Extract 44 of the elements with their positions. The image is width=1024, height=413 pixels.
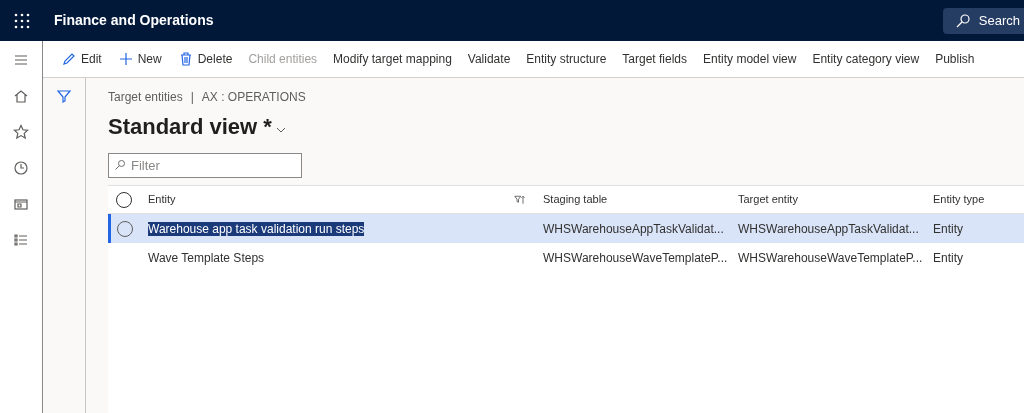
company-label: AX : OPERATIONS bbox=[201, 89, 306, 106]
toolbar-button[interactable]: New bbox=[109, 41, 170, 77]
toolbar-button[interactable]: Entity structure bbox=[518, 41, 615, 77]
plus-icon bbox=[117, 51, 134, 67]
list-icon bbox=[13, 232, 29, 248]
toolbar-button[interactable]: Delete bbox=[169, 41, 241, 77]
column-header[interactable]: Entity type bbox=[933, 191, 985, 208]
toolbar-button[interactable]: Entity category view bbox=[804, 41, 928, 77]
column-header[interactable]: Entity bbox=[148, 191, 176, 208]
search-button[interactable]: Search bbox=[942, 7, 1024, 34]
table-cell: WHSWarehouseAppTaskValidat... bbox=[543, 221, 724, 236]
table-cell: Wave Template Steps bbox=[148, 250, 265, 265]
select-all-radio[interactable] bbox=[115, 191, 132, 208]
column-header[interactable]: Target entity bbox=[738, 191, 798, 208]
app-title: Finance and Operations bbox=[54, 11, 214, 30]
breadcrumb-separator: | bbox=[190, 89, 194, 106]
table-cell: Warehouse app task validation run steps bbox=[148, 221, 365, 236]
column-header[interactable]: Staging table bbox=[543, 191, 608, 208]
pencil-icon bbox=[61, 51, 77, 67]
clock-icon bbox=[13, 160, 29, 176]
toolbar-button[interactable]: Modify target mapping bbox=[325, 41, 460, 77]
toolbar-button[interactable]: Validate bbox=[459, 41, 519, 77]
toolbar-button[interactable]: Entity model view bbox=[695, 41, 805, 77]
search-icon bbox=[954, 12, 971, 29]
toolbar-button[interactable]: Target fields bbox=[614, 41, 696, 77]
search-icon bbox=[114, 159, 126, 171]
table-cell: Entity bbox=[933, 221, 963, 236]
filter-field[interactable]: Filter bbox=[108, 153, 302, 178]
filter-icon bbox=[56, 88, 72, 104]
star-icon bbox=[13, 124, 29, 140]
workspace-icon bbox=[13, 196, 29, 212]
home-icon bbox=[13, 88, 29, 104]
view-title[interactable]: Standard view * bbox=[108, 110, 272, 143]
table-cell: WHSWarehouseWaveTemplateP... bbox=[738, 250, 923, 265]
toolbar-button[interactable]: Publish bbox=[927, 41, 983, 77]
chevron-down-icon[interactable] bbox=[275, 126, 286, 133]
table-cell: Entity bbox=[933, 250, 963, 265]
table-cell: WHSWarehouseAppTaskValidat... bbox=[738, 221, 919, 236]
table-cell: WHSWarehouseWaveTemplateP... bbox=[543, 250, 728, 265]
table-row[interactable]: Warehouse app task validation run steps WHSWarehouseAppTaskValidat... WHSWarehouseAppTaskValidat... Entity bbox=[108, 214, 1024, 243]
filter-sort-icon bbox=[514, 193, 526, 206]
toolbar-button[interactable]: Edit bbox=[53, 41, 110, 77]
breadcrumb-link[interactable]: Target entities bbox=[108, 88, 183, 106]
app-launcher-icon[interactable] bbox=[14, 12, 30, 29]
